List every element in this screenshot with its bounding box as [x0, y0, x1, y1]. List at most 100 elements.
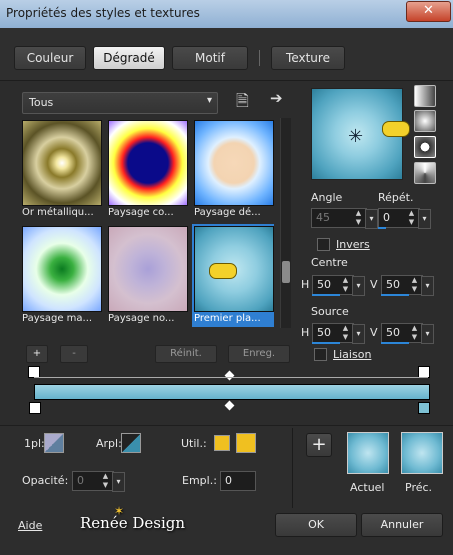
center-h-spinner[interactable]: 50 ▲ ▼ ▾: [312, 275, 365, 296]
source-h-spinner[interactable]: 50 ▲ ▼ ▾: [312, 323, 365, 344]
tab-degrade[interactable]: Dégradé: [93, 46, 165, 70]
spin-arrows-icon[interactable]: ▲ ▼: [409, 276, 420, 294]
source-label: Source: [311, 305, 349, 318]
gradient-thumbnail: [108, 120, 188, 206]
tab-texture[interactable]: Texture: [271, 46, 345, 70]
empl-field[interactable]: 0: [220, 471, 256, 491]
gradient-item[interactable]: Or métalliqu...: [20, 118, 102, 221]
link-label: Liaison: [333, 348, 372, 361]
source-h-level: [312, 342, 340, 344]
util-label: Util.:: [181, 437, 207, 450]
reset-button[interactable]: Réinit.: [155, 345, 217, 363]
add-color-button[interactable]: +: [306, 433, 332, 457]
scrollbar-thumb[interactable]: [282, 261, 290, 283]
opacite-spinner[interactable]: 0 ▲ ▼ ▾: [72, 471, 125, 492]
spin-arrows-icon[interactable]: ▲ ▼: [406, 209, 417, 227]
arrow-right-icon[interactable]: ➔: [270, 89, 283, 107]
chevron-down-icon[interactable]: ▾: [352, 324, 365, 344]
chevron-down-icon[interactable]: ▾: [352, 276, 365, 296]
opacite-label: Opacité:: [22, 474, 69, 487]
opacity-midpoint[interactable]: [224, 370, 235, 381]
gradient-item[interactable]: Paysage no...: [106, 224, 188, 327]
close-button[interactable]: ✕: [406, 1, 451, 22]
center-v-spinner[interactable]: 50 ▲ ▼ ▾: [381, 275, 434, 296]
color-stop-right[interactable]: [418, 402, 430, 414]
background-color-swatch[interactable]: [121, 433, 141, 453]
gradient-list: Or métalliqu... Paysage co... Paysage dé…: [20, 118, 278, 328]
remove-gradient-button[interactable]: -: [60, 345, 88, 363]
source-v-value: 50: [386, 326, 400, 339]
center-v-value: 50: [386, 278, 400, 291]
category-select[interactable]: Tous ▾: [22, 92, 218, 114]
center-v-label: V: [370, 278, 378, 291]
spin-arrows-icon[interactable]: ▲ ▼: [340, 276, 351, 294]
gradient-item[interactable]: Paysage co...: [106, 118, 188, 221]
user-color-swatch-large[interactable]: [236, 433, 256, 453]
gradient-item[interactable]: Paysage dé...: [192, 118, 274, 221]
tab-couleur[interactable]: Couleur: [14, 46, 86, 70]
current-color-preview[interactable]: [347, 432, 389, 474]
source-h-label: H: [301, 326, 310, 339]
color-stop-left[interactable]: [29, 402, 41, 414]
add-gradient-button[interactable]: +: [26, 345, 48, 363]
center-h-label: H: [301, 278, 310, 291]
gradient-label: Paysage dé...: [194, 207, 261, 218]
gradient-label: Or métalliqu...: [22, 207, 94, 218]
gradient-bar[interactable]: [34, 384, 430, 400]
opacity-track: [34, 377, 428, 378]
brand-logo: ✶ Renée Design: [80, 504, 186, 532]
chevron-down-icon[interactable]: ▾: [112, 472, 125, 492]
tab-motif[interactable]: Motif: [172, 46, 248, 70]
chevron-down-icon: ▾: [206, 95, 212, 106]
gradient-label: Paysage ma...: [22, 313, 93, 324]
link-checkbox[interactable]: [314, 348, 327, 361]
linear-gradient-type-button[interactable]: [414, 85, 436, 107]
gradient-preview[interactable]: ✳: [311, 88, 410, 180]
gradient-list-scrollbar[interactable]: [280, 118, 291, 328]
category-value: Tous: [29, 96, 54, 109]
gradient-thumbnail: [194, 226, 274, 312]
brand-text: Renée Design: [80, 514, 186, 532]
spin-arrows-icon[interactable]: ▲ ▼: [340, 324, 351, 342]
angle-label: Angle: [311, 191, 343, 204]
stop-color-swatch[interactable]: [44, 433, 64, 453]
repeat-spinner[interactable]: 0 ▲ ▼ ▾: [378, 208, 431, 229]
stop-1pl-label: 1pl:: [24, 437, 45, 450]
gradient-item[interactable]: Paysage ma...: [20, 224, 102, 327]
center-h-value: 50: [317, 278, 331, 291]
rectangular-gradient-type-button[interactable]: [414, 110, 436, 132]
center-h-level: [312, 294, 340, 296]
sunburst-gradient-type-button[interactable]: [414, 162, 436, 184]
invert-checkbox[interactable]: [317, 238, 330, 251]
source-v-spinner[interactable]: 50 ▲ ▼ ▾: [381, 323, 434, 344]
window-title: Propriétés des styles et textures: [6, 6, 200, 20]
repeat-value: 0: [383, 211, 390, 224]
gradient-thumbnail: [194, 120, 274, 206]
chevron-down-icon[interactable]: ▾: [418, 209, 431, 229]
repeat-level: [378, 227, 386, 229]
chevron-down-icon[interactable]: ▾: [421, 324, 434, 344]
document-icon[interactable]: 🗎: [236, 90, 249, 117]
opacite-value: 0: [77, 474, 84, 487]
cancel-button[interactable]: Annuler: [361, 513, 443, 537]
source-v-label: V: [370, 326, 378, 339]
chevron-down-icon[interactable]: ▾: [365, 209, 378, 229]
user-color-swatch[interactable]: [214, 435, 230, 451]
current-label: Actuel: [350, 481, 385, 494]
center-v-level: [381, 294, 409, 296]
save-button[interactable]: Enreg.: [228, 345, 290, 363]
spin-arrows-icon[interactable]: ▲ ▼: [409, 324, 420, 342]
chevron-down-icon[interactable]: ▾: [421, 276, 434, 296]
vertical-divider: [292, 428, 293, 508]
spin-arrows-icon[interactable]: ▲ ▼: [100, 472, 111, 490]
angle-spinner[interactable]: 45 ▲ ▼ ▾: [311, 208, 378, 229]
gradient-thumbnail: [108, 226, 188, 312]
gradient-item-selected[interactable]: Premier pla...: [192, 224, 274, 327]
previous-color-preview[interactable]: [401, 432, 443, 474]
help-link[interactable]: Aide: [18, 519, 42, 532]
ok-button[interactable]: OK: [275, 513, 357, 537]
radial-gradient-type-button[interactable]: [414, 136, 436, 158]
arpl-label: Arpl:: [96, 437, 122, 450]
source-v-level: [381, 342, 409, 344]
spin-arrows-icon[interactable]: ▲ ▼: [353, 209, 364, 227]
